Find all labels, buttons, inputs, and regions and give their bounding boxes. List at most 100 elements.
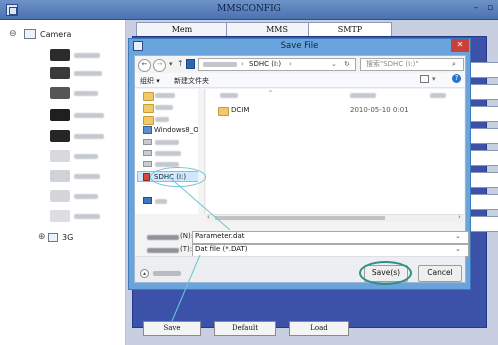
new-folder-button[interactable]: 新建文件夹 bbox=[174, 76, 209, 86]
tree-device-item[interactable] bbox=[0, 168, 120, 184]
nav-label-redacted bbox=[155, 151, 181, 156]
hide-folders-toggle-icon[interactable]: ▴ bbox=[140, 269, 149, 278]
minimize-button[interactable]: – bbox=[470, 3, 482, 15]
settings-field[interactable] bbox=[470, 84, 498, 100]
device-icon bbox=[50, 150, 70, 162]
nav-item[interactable] bbox=[139, 102, 199, 113]
search-icon[interactable]: ⌕ bbox=[452, 59, 456, 70]
settings-field[interactable] bbox=[470, 106, 498, 122]
search-placeholder: 搜索"SDHC (I:)" bbox=[366, 60, 419, 68]
settings-field[interactable] bbox=[470, 150, 498, 166]
settings-field[interactable] bbox=[470, 216, 498, 232]
file-date: 2010-05-10 0:01 bbox=[350, 106, 409, 114]
back-arrow-icon[interactable]: ← bbox=[138, 59, 151, 72]
nav-item-network[interactable] bbox=[139, 196, 199, 207]
device-icon bbox=[50, 190, 70, 202]
device-tree: ⊖ Camera ⊕ 3G bbox=[0, 20, 126, 345]
drive-icon bbox=[143, 139, 152, 145]
settings-field[interactable] bbox=[470, 194, 498, 210]
settings-field[interactable] bbox=[470, 62, 498, 78]
computer-icon bbox=[186, 59, 195, 69]
sdhc-highlight-ring bbox=[150, 167, 206, 187]
window-title: MMSCONFIG bbox=[217, 4, 281, 14]
camera-group-icon bbox=[24, 29, 36, 39]
device-label-redacted bbox=[74, 194, 98, 199]
settings-field[interactable] bbox=[470, 128, 498, 144]
device-label-redacted bbox=[74, 174, 100, 179]
scroll-right-icon[interactable]: › bbox=[458, 213, 461, 221]
device-label-redacted bbox=[74, 71, 102, 76]
address-current[interactable]: SDHC (I:) bbox=[249, 59, 281, 70]
nav-label-redacted bbox=[155, 140, 179, 145]
nav-scrollbar[interactable] bbox=[198, 89, 204, 214]
filename-value: Parameter.dat bbox=[195, 232, 245, 240]
up-arrow-icon[interactable]: ↑ bbox=[177, 59, 184, 68]
tab-smtp[interactable]: SMTP bbox=[308, 22, 392, 37]
drive-icon bbox=[143, 150, 152, 156]
settings-field[interactable] bbox=[470, 172, 498, 188]
dialog-close-button[interactable]: ✕ bbox=[451, 39, 469, 52]
tree-root-label: Camera bbox=[40, 30, 72, 39]
hide-folders-label-redacted[interactable] bbox=[153, 271, 181, 276]
view-dropdown-icon[interactable]: ▾ bbox=[432, 75, 436, 83]
collapse-icon[interactable]: ⊖ bbox=[9, 29, 17, 39]
tree-device-item[interactable] bbox=[0, 208, 120, 224]
folder-icon bbox=[218, 107, 229, 116]
address-bar[interactable]: › SDHC (I:) › ⌄ ↻ bbox=[198, 58, 356, 71]
restore-button[interactable]: ▫ bbox=[484, 3, 496, 15]
refresh-icon[interactable]: ↻ bbox=[344, 59, 350, 70]
recent-dropdown-icon[interactable]: ▾ bbox=[169, 60, 173, 68]
tree-item-3g[interactable]: ⊕ 3G bbox=[0, 231, 120, 247]
device-icon bbox=[50, 49, 70, 61]
tree-device-item[interactable] bbox=[0, 85, 120, 101]
device-label-redacted bbox=[74, 154, 98, 159]
nav-item[interactable] bbox=[139, 114, 199, 125]
forward-arrow-icon[interactable]: → bbox=[153, 59, 166, 72]
scroll-left-icon[interactable]: ‹ bbox=[207, 213, 210, 221]
save-config-button[interactable]: Save bbox=[143, 321, 201, 336]
nav-label-redacted bbox=[155, 93, 175, 98]
nav-item-windows8[interactable]: Windows8_OS ( bbox=[139, 125, 208, 136]
file-name: DCIM bbox=[231, 106, 250, 114]
tree-device-item[interactable] bbox=[0, 128, 120, 144]
nav-item[interactable] bbox=[139, 90, 199, 101]
device-icon bbox=[50, 67, 70, 79]
load-config-button[interactable]: Load bbox=[289, 321, 349, 336]
address-dropdown-icon[interactable]: ⌄ bbox=[331, 59, 337, 70]
dialog-cancel-button[interactable]: Cancel bbox=[418, 265, 462, 282]
breadcrumb-separator-icon: › bbox=[241, 60, 244, 68]
scrollbar-thumb[interactable] bbox=[215, 216, 385, 220]
tree-device-item[interactable] bbox=[0, 65, 120, 81]
tree-device-item[interactable] bbox=[0, 47, 120, 63]
filename-input[interactable]: Parameter.dat ⌄ bbox=[192, 231, 469, 244]
view-options-icon[interactable] bbox=[420, 75, 429, 83]
dialog-title: Save File bbox=[280, 41, 319, 51]
nav-label-redacted bbox=[155, 105, 173, 110]
breadcrumb-separator-icon: › bbox=[289, 60, 292, 68]
sort-indicator-icon: ^ bbox=[268, 90, 274, 97]
folder-icon bbox=[143, 92, 154, 101]
device-icon bbox=[50, 109, 70, 121]
drive-icon bbox=[143, 126, 152, 134]
help-icon[interactable]: ? bbox=[452, 74, 461, 83]
organize-menu[interactable]: 组织 ▾ bbox=[140, 76, 160, 86]
device-label-redacted bbox=[74, 91, 98, 96]
search-input[interactable]: 搜索"SDHC (I:)" ⌕ bbox=[360, 58, 464, 71]
device-label-redacted bbox=[74, 113, 104, 118]
dialog-footer bbox=[135, 256, 465, 282]
nav-item[interactable] bbox=[139, 148, 199, 159]
expand-icon[interactable]: ⊕ bbox=[38, 232, 46, 242]
path-segment-redacted bbox=[203, 62, 237, 67]
tree-item-3g-label: 3G bbox=[62, 233, 74, 242]
tree-device-item[interactable] bbox=[0, 188, 120, 204]
nav-item[interactable] bbox=[139, 137, 199, 148]
save-highlight-ring bbox=[359, 261, 412, 285]
tab-mem[interactable]: Mem bbox=[136, 22, 228, 37]
default-config-button[interactable]: Default bbox=[214, 321, 276, 336]
tree-device-item[interactable] bbox=[0, 107, 120, 123]
filename-dropdown-icon[interactable]: ⌄ bbox=[455, 232, 461, 241]
device-label-redacted bbox=[74, 214, 100, 219]
tree-root-camera[interactable]: ⊖ Camera bbox=[0, 28, 120, 44]
tree-device-item[interactable] bbox=[0, 148, 120, 164]
filetype-dropdown-icon[interactable]: ⌄ bbox=[455, 245, 461, 254]
